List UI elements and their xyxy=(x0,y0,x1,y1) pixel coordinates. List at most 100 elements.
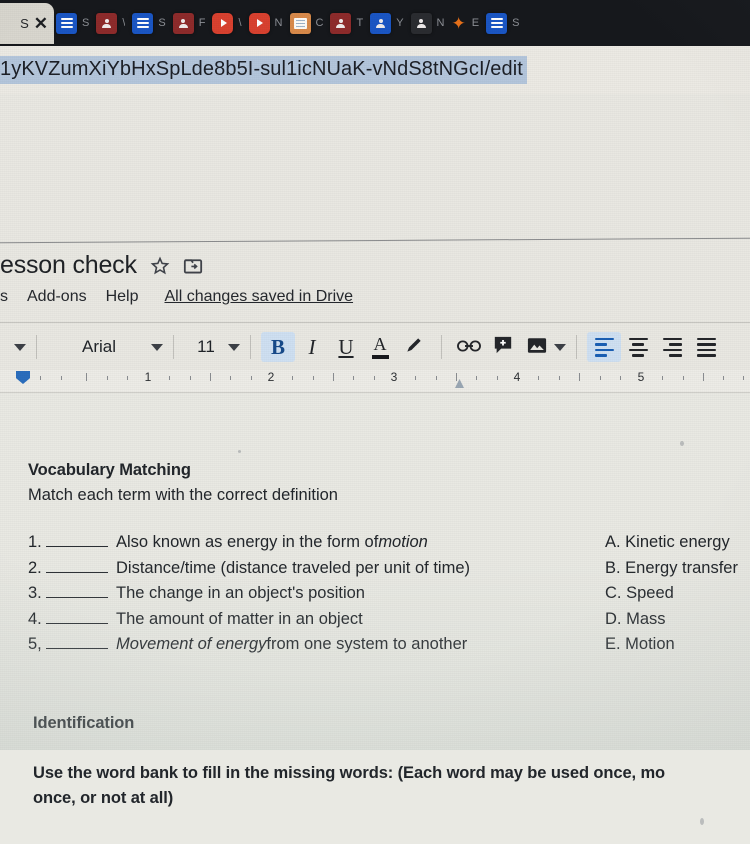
underline-button[interactable]: U xyxy=(329,332,363,362)
list-item: E. Motion xyxy=(605,635,675,653)
toolbar-divider xyxy=(173,335,174,359)
insert-image-chevron-down-icon[interactable] xyxy=(554,343,566,351)
tab-item[interactable]: \ xyxy=(212,0,248,46)
tab-label: \ xyxy=(238,17,242,29)
tab-item[interactable]: \ xyxy=(96,0,132,46)
account-icon xyxy=(172,12,194,34)
tab-label: S xyxy=(512,17,520,29)
document-canvas[interactable]: Vocabulary Matching Match each term with… xyxy=(0,393,750,844)
item-text: The amount of matter in an object xyxy=(116,609,363,628)
align-right-button[interactable] xyxy=(655,332,689,362)
align-center-button[interactable] xyxy=(621,332,655,362)
text-color-icon: A xyxy=(371,334,389,359)
list-item: 3. The change in an object's position xyxy=(28,584,470,610)
tab-label: \ xyxy=(122,17,126,29)
close-icon[interactable]: ✕ xyxy=(34,15,48,32)
italic-button[interactable]: I xyxy=(295,332,329,362)
menu-divider xyxy=(0,322,750,323)
tab-label: S xyxy=(82,17,90,29)
tab-item[interactable]: T xyxy=(330,0,370,46)
text-color-button[interactable]: A xyxy=(363,332,397,362)
add-comment-icon xyxy=(493,335,513,359)
menu-item-addons[interactable]: Add-ons xyxy=(27,288,87,306)
screen-artifact xyxy=(700,818,704,825)
highlighter-icon xyxy=(404,335,424,359)
page-title[interactable]: esson check xyxy=(0,251,137,280)
document-ruler[interactable]: 1 2 3 4 5 xyxy=(0,370,750,393)
docs-icon xyxy=(132,12,154,34)
font-family-chevron-down-icon[interactable] xyxy=(151,343,163,351)
highlight-color-button[interactable] xyxy=(397,332,431,362)
account-icon xyxy=(370,12,392,34)
ruler-number: 4 xyxy=(513,370,521,384)
tab-item[interactable]: S xyxy=(486,0,526,46)
insert-link-button[interactable] xyxy=(452,332,486,362)
screen-artifact xyxy=(238,450,241,453)
item-text-italic: Movement of energy xyxy=(116,635,267,653)
item-text-italic: motion xyxy=(378,533,428,551)
docs-icon xyxy=(486,12,508,34)
font-size-chevron-down-icon[interactable] xyxy=(228,343,240,351)
list-item: D. Mass xyxy=(605,609,666,628)
docs-icon xyxy=(56,12,77,34)
ruler-number: 3 xyxy=(390,370,398,384)
toolbar-divider xyxy=(36,335,37,359)
move-to-folder-icon[interactable] xyxy=(183,257,203,275)
add-comment-button[interactable] xyxy=(486,332,520,362)
tab-label: Y xyxy=(396,17,404,29)
tab-item[interactable]: N xyxy=(410,0,452,46)
item-number: 3. xyxy=(28,584,42,602)
toolbar-divider xyxy=(576,335,577,359)
text-color-swatch xyxy=(371,355,389,359)
item-text: The change in an object's position xyxy=(116,584,365,602)
address-bar-url[interactable]: 1yKVZumXiYbHxSpLde8b5I-sul1icNUaK-vNdS8t… xyxy=(0,56,527,84)
align-left-button[interactable] xyxy=(587,332,621,362)
tab-item[interactable]: C xyxy=(289,0,331,46)
toolbar-divider xyxy=(441,335,442,359)
link-icon xyxy=(457,337,481,358)
font-family-select[interactable]: Arial xyxy=(47,337,151,357)
left-indent-marker[interactable] xyxy=(16,371,30,384)
item-number: 4. xyxy=(28,609,42,628)
chevron-down-icon[interactable] xyxy=(14,343,26,351)
tab-label: N xyxy=(436,17,445,29)
save-status[interactable]: All changes saved in Drive xyxy=(165,288,354,306)
italic-icon: I xyxy=(308,334,316,359)
star-icon[interactable] xyxy=(150,256,170,276)
active-tab-label: S xyxy=(20,16,29,31)
youtube-icon xyxy=(212,12,234,34)
item-number: 2. xyxy=(28,558,42,577)
menu-bar: s Add-ons Help All changes saved in Driv… xyxy=(0,288,353,306)
account-icon xyxy=(330,12,352,34)
tab-item[interactable]: S xyxy=(132,0,172,46)
tab-item[interactable]: F xyxy=(172,0,213,46)
tab-item[interactable]: ✦ E xyxy=(451,0,486,46)
answer-blank[interactable] xyxy=(46,635,108,649)
tab-item[interactable]: Y xyxy=(370,0,410,46)
align-justify-button[interactable] xyxy=(689,332,723,362)
tab-item[interactable]: S xyxy=(56,0,96,46)
answer-blank[interactable] xyxy=(46,584,108,598)
answer-blank[interactable] xyxy=(46,559,108,573)
insert-image-button[interactable] xyxy=(520,332,554,362)
section-heading-identification: Identification xyxy=(33,714,135,732)
header-divider xyxy=(0,237,750,244)
answer-blank[interactable] xyxy=(46,610,108,624)
answer-blank[interactable] xyxy=(46,533,108,547)
font-size-select[interactable]: 11 xyxy=(184,337,228,357)
screen-artifact xyxy=(680,441,684,446)
tab-label: T xyxy=(356,17,364,29)
text-color-letter: A xyxy=(373,334,387,354)
bold-button[interactable]: B xyxy=(261,332,295,362)
section-heading-vocabulary: Vocabulary Matching xyxy=(28,461,191,479)
menu-item-tools[interactable]: s xyxy=(0,288,8,306)
section-instruction-line2: once, or not at all) xyxy=(33,789,174,807)
align-left-icon xyxy=(594,337,614,357)
menu-item-help[interactable]: Help xyxy=(106,288,139,306)
matching-items-list: 1. Also known as energy in the form of m… xyxy=(28,533,470,661)
bold-icon: B xyxy=(270,334,285,359)
active-tab[interactable]: S ✕ xyxy=(0,3,54,44)
tab-item[interactable]: N xyxy=(248,0,290,46)
browser-tab-strip: S ✕ S \ S F \ N C T Y N ✦ E S xyxy=(0,0,750,46)
list-item: 1. Also known as energy in the form of m… xyxy=(28,533,470,559)
